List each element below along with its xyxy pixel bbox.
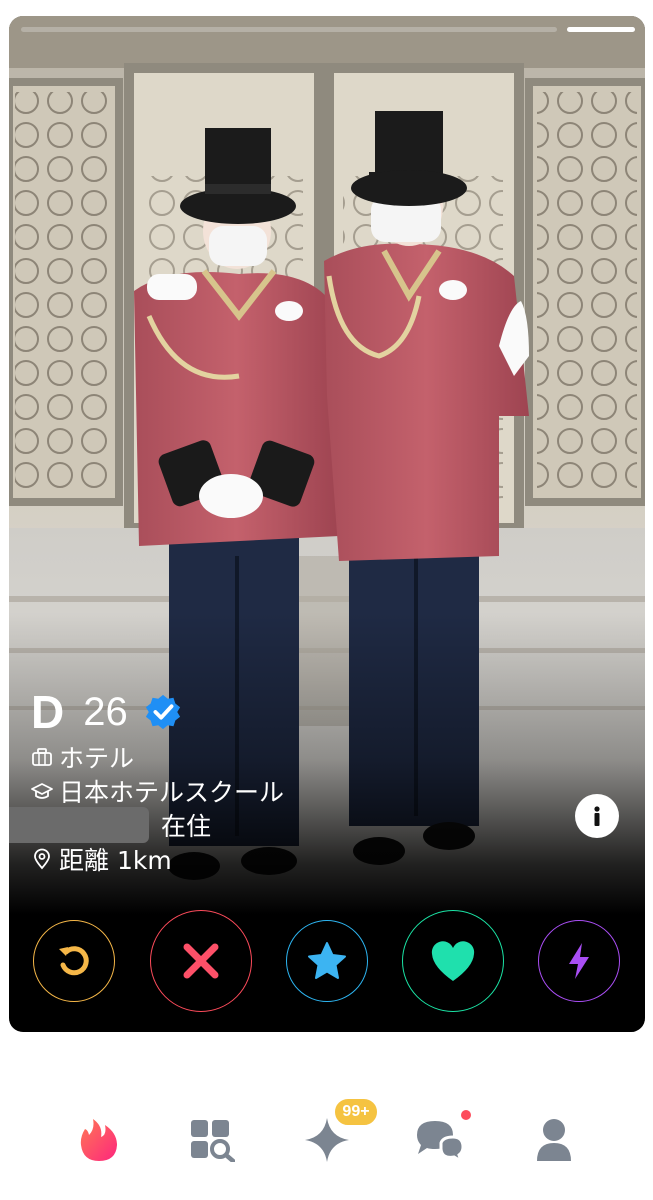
nav-messages[interactable] (412, 1113, 466, 1167)
location-pin-icon (34, 848, 50, 870)
nope-button[interactable] (150, 910, 252, 1012)
close-icon (183, 943, 219, 979)
profile-info: D 26 ホテル 日本ホテルスクール 在住 距離 1km (9, 684, 284, 876)
profile-residence-text: 在住 (161, 812, 212, 841)
profile-job-text: ホテル (59, 744, 135, 773)
profile-residence: 在住 (9, 807, 284, 843)
profile-distance: 距離 1km (31, 842, 284, 876)
chat-icon (417, 1121, 465, 1163)
profile-school-text: 日本ホテルスクール (59, 778, 285, 807)
rewind-icon (59, 946, 89, 976)
photo-progress-indicator (567, 27, 635, 32)
briefcase-icon (32, 748, 52, 766)
heart-icon (431, 941, 475, 981)
profile-school: 日本ホテルスクール (31, 774, 284, 808)
photo-progress-track (21, 27, 557, 32)
verified-badge-icon (145, 694, 180, 730)
info-button[interactable] (575, 794, 619, 838)
action-bar (9, 910, 645, 1014)
nav-gold-badge: 99+ (333, 1097, 379, 1127)
star-icon (308, 942, 346, 979)
nav-explore[interactable] (185, 1113, 239, 1167)
info-icon (594, 806, 600, 826)
profile-distance-text: 距離 1km (59, 846, 172, 875)
bottom-nav (0, 1085, 653, 1195)
flame-icon (80, 1119, 117, 1161)
boost-button[interactable] (538, 920, 620, 1002)
nav-profile[interactable] (527, 1113, 581, 1167)
profile-age: 26 (83, 689, 128, 734)
profile-name: D (31, 686, 64, 738)
like-button[interactable] (402, 910, 504, 1012)
graduation-cap-icon (31, 783, 53, 799)
lightning-icon (569, 943, 589, 979)
redacted-city (9, 807, 149, 843)
explore-icon (191, 1120, 235, 1162)
profile-icon (537, 1119, 571, 1161)
messages-unread-dot (461, 1110, 471, 1120)
rewind-button[interactable] (33, 920, 115, 1002)
profile-card[interactable]: D 26 ホテル 日本ホテルスクール 在住 距離 1km (9, 16, 645, 1032)
profile-job: ホテル (31, 740, 284, 774)
super-like-button[interactable] (286, 920, 368, 1002)
nav-discover[interactable] (72, 1113, 126, 1167)
